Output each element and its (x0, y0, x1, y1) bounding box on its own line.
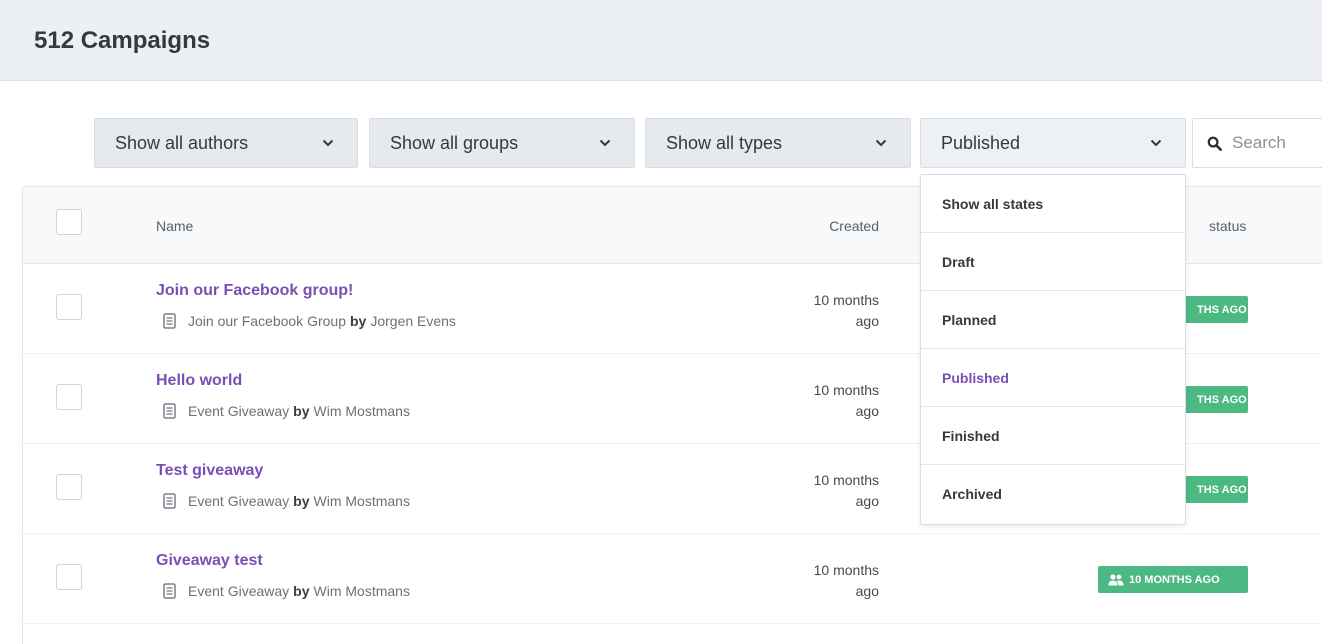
state-option-show-all[interactable]: Show all states (921, 175, 1185, 233)
created-date: 10 months ago (783, 560, 879, 602)
state-option-published[interactable]: Published (921, 349, 1185, 407)
state-option-planned[interactable]: Planned (921, 291, 1185, 349)
campaign-author: Wim Mostmans (313, 583, 410, 599)
by-label: by (293, 493, 310, 509)
campaign-title-link[interactable]: Hello world (156, 372, 242, 390)
row-checkbox[interactable] (56, 384, 82, 410)
campaign-author: Wim Mostmans (313, 403, 410, 419)
document-icon (163, 583, 176, 599)
campaign-meta: Event Giveaway by Wim Mostmans (163, 493, 410, 509)
campaign-meta: Event Giveaway by Wim Mostmans (163, 403, 410, 419)
campaign-author: Jorgen Evens (370, 313, 456, 329)
page-header: 512 Campaigns (0, 0, 1322, 81)
campaign-type: Event Giveaway (188, 403, 290, 419)
state-option-finished[interactable]: Finished (921, 407, 1185, 465)
state-dropdown-menu: Show all states Draft Planned Published … (920, 174, 1186, 525)
created-date-line2: ago (855, 493, 879, 509)
status-badge-text: THS AGO (1197, 393, 1247, 406)
groups-filter-label: Show all groups (390, 132, 519, 153)
created-date-line1: 10 months (813, 382, 879, 398)
types-filter[interactable]: Show all types (645, 118, 911, 168)
state-option-draft[interactable]: Draft (921, 233, 1185, 291)
state-filter-label: Published (941, 132, 1021, 153)
campaign-meta: Join our Facebook Group by Jorgen Evens (163, 313, 456, 329)
document-icon (163, 403, 176, 419)
chevron-down-icon (598, 136, 612, 150)
created-date-line1: 10 months (813, 472, 879, 488)
people-icon (1108, 573, 1124, 586)
state-option-archived[interactable]: Archived (921, 465, 1185, 523)
authors-filter-label: Show all authors (115, 132, 249, 153)
chevron-down-icon (874, 136, 888, 150)
created-date-line2: ago (855, 403, 879, 419)
search-icon (1207, 136, 1222, 151)
document-icon (163, 313, 176, 329)
created-date: 10 months ago (783, 290, 879, 332)
created-date: 10 months ago (783, 470, 879, 512)
by-label: by (293, 583, 310, 599)
document-icon (163, 493, 176, 509)
campaign-meta: Event Giveaway by Wim Mostmans (163, 583, 410, 599)
row-checkbox[interactable] (56, 564, 82, 590)
by-label: by (349, 313, 367, 329)
chevron-down-icon (1149, 136, 1163, 150)
campaign-type: Join our Facebook Group (188, 313, 346, 329)
page-title: 512 Campaigns (34, 27, 211, 54)
state-filter[interactable]: Published (920, 118, 1186, 168)
created-date: 10 months ago (783, 380, 879, 422)
search-input[interactable] (1232, 133, 1322, 153)
created-date-line1: 10 months (813, 562, 879, 578)
column-header-name[interactable]: Name (156, 218, 193, 234)
campaign-title-link[interactable]: Join our Facebook group! (156, 282, 353, 300)
chevron-down-icon (321, 136, 335, 150)
table-row: Giveaway test Event Giveaway by Wim Most… (23, 534, 1322, 624)
column-header-created[interactable]: Created (803, 218, 879, 234)
row-checkbox[interactable] (56, 474, 82, 500)
by-label: by (293, 403, 310, 419)
column-header-status[interactable]: status (1209, 218, 1246, 234)
status-badge-text: 10 MONTHS AGO (1129, 573, 1220, 586)
types-filter-label: Show all types (666, 132, 783, 153)
search-box[interactable] (1192, 118, 1322, 168)
campaign-title-link[interactable]: Test giveaway (156, 462, 263, 480)
campaign-title-link[interactable]: Giveaway test (156, 552, 263, 570)
row-checkbox[interactable] (56, 294, 82, 320)
authors-filter[interactable]: Show all authors (94, 118, 358, 168)
campaign-author: Wim Mostmans (313, 493, 410, 509)
select-all-checkbox[interactable] (56, 209, 82, 235)
status-badge: 10 MONTHS AGO (1098, 566, 1248, 593)
created-date-line1: 10 months (813, 292, 879, 308)
campaign-type: Event Giveaway (188, 583, 290, 599)
created-date-line2: ago (855, 583, 879, 599)
status-badge-text: THS AGO (1197, 303, 1247, 316)
status-badge-text: THS AGO (1197, 483, 1247, 496)
groups-filter[interactable]: Show all groups (369, 118, 635, 168)
campaign-type: Event Giveaway (188, 493, 290, 509)
created-date-line2: ago (855, 313, 879, 329)
